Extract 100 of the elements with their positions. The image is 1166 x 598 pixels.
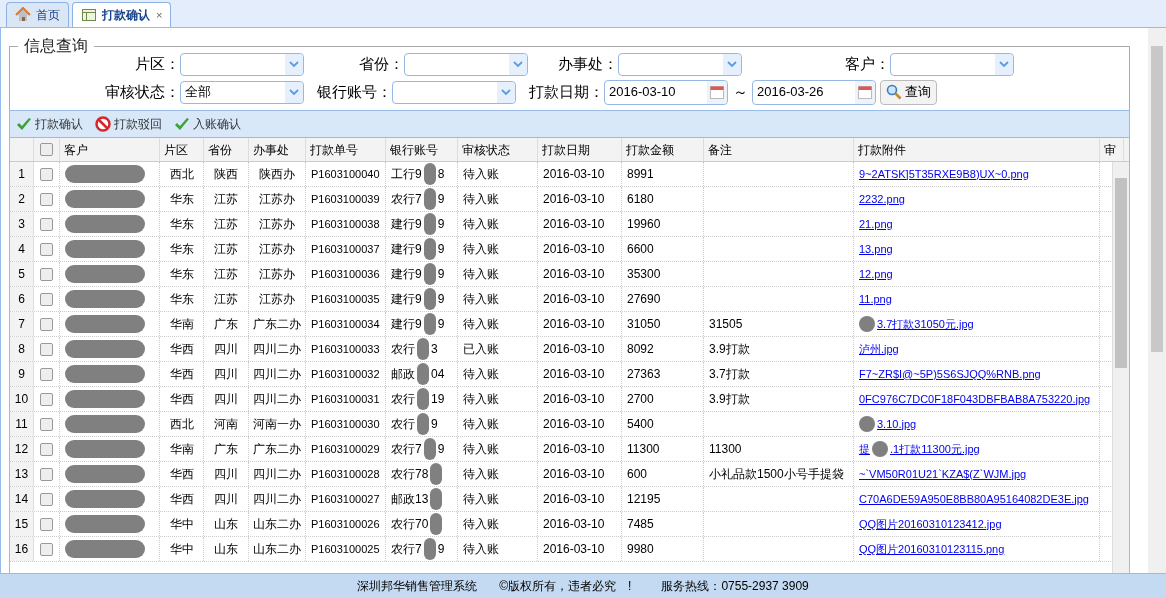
- table-cell-text: P1603100034: [311, 316, 380, 332]
- table-cell-text: 华西: [169, 341, 194, 358]
- table-cell-text: 待入账: [463, 266, 499, 283]
- file-link[interactable]: C70A6DE59A950E8BB80A95164082DE3E.jpg: [859, 490, 1089, 508]
- column-header[interactable]: 办事处: [253, 140, 289, 159]
- row-number: 8: [10, 337, 34, 361]
- column-header[interactable]: 片区: [164, 140, 188, 159]
- column-header[interactable]: 审核状态: [462, 140, 510, 159]
- table-cell-text: 27690: [627, 291, 661, 308]
- table-cell-text: 19: [431, 391, 445, 408]
- table-cell-text: 华东: [169, 216, 194, 233]
- select-all-checkbox[interactable]: [40, 143, 53, 156]
- row-checkbox[interactable]: [40, 492, 53, 506]
- file-link[interactable]: 提: [859, 440, 870, 458]
- column-header[interactable]: 打款金额: [626, 140, 674, 159]
- row-checkbox[interactable]: [40, 467, 53, 481]
- table-cell-text: 江苏: [214, 241, 238, 258]
- redaction-mark: [423, 263, 436, 285]
- row-checkbox[interactable]: [40, 367, 53, 381]
- redaction-mark: [423, 238, 436, 260]
- date-field[interactable]: 2016-03-26: [752, 79, 876, 105]
- table-cell-text: 3.9打款: [709, 391, 750, 408]
- file-link[interactable]: 3.7打款31050元.jpg: [877, 315, 974, 333]
- table-cell-text: 建行9: [391, 216, 422, 233]
- table-cell-text: 四川: [214, 366, 238, 383]
- row-checkbox[interactable]: [40, 517, 53, 531]
- date-field[interactable]: 2016-03-10: [604, 79, 728, 105]
- column-header[interactable]: 备注: [708, 140, 732, 159]
- column-header[interactable]: 省份: [208, 140, 232, 159]
- table-cell-text: 3.9打款: [709, 341, 750, 358]
- grid-scrollbar[interactable]: [1112, 162, 1129, 573]
- row-number: 7: [10, 312, 34, 336]
- redaction-mark: [423, 163, 436, 185]
- dropdown-field[interactable]: 全部: [180, 80, 304, 104]
- row-checkbox[interactable]: [40, 242, 53, 256]
- table-cell-text: 建行9: [391, 291, 422, 308]
- table-cell-text: 8: [437, 166, 445, 183]
- file-link[interactable]: QQ图片20160310123115.png: [859, 540, 1005, 558]
- toolbar-button[interactable]: 打款确认: [16, 115, 83, 133]
- file-link[interactable]: 12.png: [859, 265, 893, 283]
- dropdown-field[interactable]: [618, 52, 742, 76]
- column-header[interactable]: 审: [1104, 140, 1116, 159]
- field-label: 审核状态：: [104, 81, 180, 102]
- row-number: 3: [10, 212, 34, 236]
- close-icon[interactable]: ×: [156, 6, 163, 24]
- table-cell-text: 华西: [169, 491, 194, 508]
- redaction-mark: [423, 188, 436, 210]
- column-header[interactable]: 打款单号: [310, 140, 358, 159]
- row-checkbox[interactable]: [40, 167, 53, 181]
- table-cell-text: 农行: [391, 416, 415, 433]
- file-link[interactable]: 0FC976C7DC0F18F043DBFBAB8A753220.jpg: [859, 390, 1091, 408]
- page-scrollbar[interactable]: [1148, 28, 1166, 573]
- file-link[interactable]: F7~ZR$I@~5P)5S6SJQQ%RNB.png: [859, 365, 1041, 383]
- house-icon: [15, 7, 31, 23]
- calendar-icon: [857, 84, 873, 100]
- table-cell-text: 华东: [169, 241, 194, 258]
- table-cell-text: 9980: [627, 541, 654, 558]
- toolbar-button[interactable]: 打款驳回: [95, 115, 162, 133]
- row-checkbox[interactable]: [40, 417, 53, 431]
- file-link[interactable]: 3.10.jpg: [877, 415, 917, 433]
- file-link[interactable]: QQ图片20160310123412.jpg: [859, 515, 1002, 533]
- search-icon: [886, 84, 902, 100]
- row-checkbox[interactable]: [40, 292, 53, 306]
- table-cell-text: 四川: [214, 491, 238, 508]
- file-link[interactable]: 9~2ATSK]5T35RXE9B8)UX~0.png: [859, 165, 1029, 183]
- file-link[interactable]: 11.png: [859, 290, 892, 308]
- table-cell-text: 9: [431, 416, 438, 433]
- toolbar-button[interactable]: 入账确认: [174, 115, 241, 133]
- table-cell-text: 6600: [627, 241, 654, 258]
- dropdown-field[interactable]: [392, 80, 516, 104]
- dropdown-field[interactable]: [180, 52, 304, 76]
- tab[interactable]: 首页: [6, 2, 69, 27]
- dropdown-field[interactable]: [404, 52, 528, 76]
- row-checkbox[interactable]: [40, 342, 53, 356]
- table-cell-text: P1603100039: [311, 191, 380, 207]
- search-button[interactable]: 查询: [880, 79, 937, 105]
- row-checkbox[interactable]: [40, 317, 53, 331]
- table-cell-text: 2016-03-10: [543, 416, 605, 433]
- row-checkbox[interactable]: [40, 442, 53, 456]
- column-header[interactable]: 银行账号: [390, 140, 438, 159]
- file-link[interactable]: ~`VM50R01U21`KZA$(Z`WJM.jpg: [859, 465, 1027, 483]
- forbidden-icon: [95, 116, 111, 132]
- row-checkbox[interactable]: [40, 392, 53, 406]
- file-link[interactable]: .1打款11300元.jpg: [890, 440, 980, 458]
- sheet-icon: [81, 7, 97, 23]
- row-checkbox[interactable]: [40, 267, 53, 281]
- column-header[interactable]: 打款附件: [858, 140, 906, 159]
- file-link[interactable]: 13.png: [859, 240, 893, 258]
- table-cell-text: 广东: [214, 441, 238, 458]
- file-link[interactable]: 2232.png: [859, 190, 905, 208]
- file-link[interactable]: 21.png: [859, 215, 893, 233]
- table-cell-text: 江苏办: [259, 241, 295, 258]
- file-link[interactable]: 泸州.jpg: [859, 340, 899, 358]
- row-checkbox[interactable]: [40, 542, 53, 556]
- column-header[interactable]: 客户: [64, 140, 88, 159]
- row-checkbox[interactable]: [40, 217, 53, 231]
- dropdown-field[interactable]: [890, 52, 1014, 76]
- row-checkbox[interactable]: [40, 192, 53, 206]
- tab[interactable]: 打款确认 ×: [72, 2, 172, 27]
- column-header[interactable]: 打款日期: [542, 140, 590, 159]
